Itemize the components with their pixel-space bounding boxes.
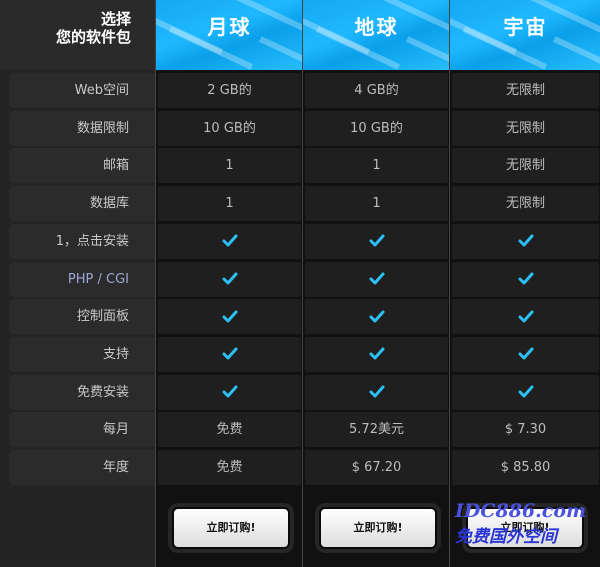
plan-cell: 1	[305, 186, 448, 222]
check-icon	[222, 234, 237, 247]
plan-cell: $ 85.80	[452, 450, 599, 485]
plan-cell	[158, 261, 301, 297]
watermark-line-1: IDC886.com	[455, 500, 587, 522]
order-now-button[interactable]: 立即订购!	[319, 507, 437, 549]
plan-cell	[158, 374, 301, 410]
feature-label: 免费安装	[9, 374, 155, 410]
plan-column: 地球 4 GB的 10 GB的 1 1 5.72美元 $ 67.20 立即订购!	[302, 0, 450, 567]
feature-label-column: 选择 您的软件包 Web空间 数据限制 邮箱 数据库 1，点击安装 PHP / CGI 控制…	[0, 0, 155, 567]
feature-label: 控制面板	[9, 299, 155, 335]
plan-cell: 无限制	[452, 110, 599, 146]
feature-label: 年度	[9, 450, 155, 485]
watermark: IDC886.com 免费国外空间	[455, 500, 600, 560]
plan-cell: 无限制	[452, 148, 599, 184]
check-icon	[369, 310, 384, 323]
feature-label: 数据限制	[9, 110, 155, 146]
pricing-table: 选择 您的软件包 Web空间 数据限制 邮箱 数据库 1，点击安装 PHP / CGI 控制…	[0, 0, 600, 567]
plan-cell	[158, 336, 301, 372]
plan-cell: 5.72美元	[305, 412, 448, 448]
table-title: 选择 您的软件包	[0, 0, 155, 70]
check-icon	[518, 310, 533, 323]
order-now-button[interactable]: 立即订购!	[172, 507, 290, 549]
plan-cell	[452, 223, 599, 259]
plan-cell: $ 7.30	[452, 412, 599, 448]
plan-cell	[452, 261, 599, 297]
plan-cell: 2 GB的	[158, 73, 301, 108]
check-icon	[518, 385, 533, 398]
plan-name: 宇宙	[503, 15, 548, 39]
check-icon	[369, 347, 384, 360]
plan-cell: 1	[305, 148, 448, 184]
feature-label: 邮箱	[9, 148, 155, 184]
feature-label: 支持	[9, 336, 155, 372]
plan-header: 宇宙	[450, 0, 600, 70]
check-icon	[222, 310, 237, 323]
plan-cell: 4 GB的	[305, 73, 448, 108]
feature-label: 每月	[9, 412, 155, 448]
plan-cell: 1	[158, 148, 301, 184]
check-icon	[369, 234, 384, 247]
check-icon	[369, 272, 384, 285]
plan-cell: 1	[158, 186, 301, 222]
check-icon	[518, 347, 533, 360]
plan-cell: 无限制	[452, 73, 599, 108]
feature-label: 1，点击安装	[9, 223, 155, 259]
plan-header: 月球	[156, 0, 303, 70]
plan-cell: $ 67.20	[305, 450, 448, 485]
check-icon	[222, 272, 237, 285]
plan-cell: 免费	[158, 450, 301, 485]
plan-cell: 无限制	[452, 186, 599, 222]
title-line-2: 您的软件包	[55, 28, 131, 46]
plan-cell	[158, 299, 301, 335]
feature-label: 数据库	[9, 186, 155, 222]
plan-cell	[305, 299, 448, 335]
plan-cell	[452, 299, 599, 335]
check-icon	[518, 234, 533, 247]
plan-cell	[452, 374, 599, 410]
plan-cell	[305, 261, 448, 297]
plan-column: 月球 2 GB的 10 GB的 1 1 免费 免费 立即订购!	[155, 0, 303, 567]
check-icon	[518, 272, 533, 285]
plan-cell	[305, 223, 448, 259]
plan-cell: 10 GB的	[305, 110, 448, 146]
plan-column: 宇宙 无限制 无限制 无限制 无限制 $ 7.30 $ 85.80 立即订购!	[449, 0, 600, 567]
feature-label: Web空间	[9, 73, 155, 108]
plan-cell	[305, 336, 448, 372]
check-icon	[369, 385, 384, 398]
plan-cell	[158, 223, 301, 259]
watermark-line-2: 免费国外空间	[455, 527, 557, 547]
plan-cell	[452, 336, 599, 372]
plan-header: 地球	[303, 0, 450, 70]
title-line-1: 选择	[100, 10, 131, 28]
check-icon	[222, 385, 237, 398]
plan-cell	[305, 374, 448, 410]
feature-label: PHP / CGI	[9, 261, 155, 297]
plan-name: 地球	[354, 15, 399, 39]
check-icon	[222, 347, 237, 360]
plan-name: 月球	[207, 15, 252, 39]
plan-cell: 免费	[158, 412, 301, 448]
plan-cell: 10 GB的	[158, 110, 301, 146]
